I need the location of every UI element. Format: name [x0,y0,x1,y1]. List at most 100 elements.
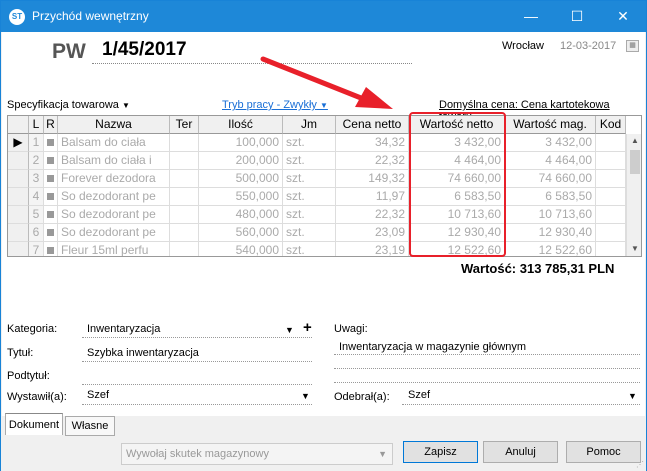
row-type-icon[interactable] [44,188,58,206]
scroll-up-icon[interactable]: ▲ [631,136,639,145]
cell-ilosc[interactable]: 500,000 [199,170,283,188]
chevron-down-icon[interactable]: ▼ [301,391,310,401]
chevron-down-icon[interactable]: ▼ [285,325,294,335]
cell-mag[interactable]: 12 522,60 [505,242,596,256]
cell-ter[interactable] [170,188,199,206]
cell-ter[interactable] [170,242,199,256]
resize-grip-icon[interactable]: ⋰ [636,460,644,469]
cell-ilosc[interactable]: 540,000 [199,242,283,256]
cell-lp[interactable]: 3 [29,170,44,188]
cell-lp[interactable]: 2 [29,152,44,170]
col-cena-header[interactable]: Cena netto [336,116,409,134]
cell-kod[interactable] [596,242,626,256]
minimize-icon[interactable]: — [508,1,554,32]
items-table[interactable]: L R Nazwa Ter Ilość Jm Cena netto Wartoś… [7,115,642,257]
cell-mag[interactable]: 3 432,00 [505,134,596,152]
cell-nazwa[interactable]: So dezodorant pe [58,206,170,224]
col-r-header[interactable]: R [44,116,58,134]
cell-ilosc[interactable]: 560,000 [199,224,283,242]
col-kod-header[interactable]: Kod [596,116,626,134]
cell-jm[interactable]: szt. [283,206,336,224]
cell-ter[interactable] [170,152,199,170]
cell-lp[interactable]: 4 [29,188,44,206]
save-button[interactable]: Zapisz [403,441,478,463]
row-type-icon[interactable] [44,224,58,242]
cell-kod[interactable] [596,170,626,188]
cell-jm[interactable]: szt. [283,170,336,188]
cell-mag[interactable]: 6 583,50 [505,188,596,206]
cell-lp[interactable]: 7 [29,242,44,256]
tab-dokument[interactable]: Dokument [5,413,63,435]
cell-jm[interactable]: szt. [283,152,336,170]
cell-kod[interactable] [596,206,626,224]
cell-kod[interactable] [596,152,626,170]
cell-nazwa[interactable]: So dezodorant pe [58,224,170,242]
cell-nazwa[interactable]: Balsam do ciała i [58,152,170,170]
cell-ilosc[interactable]: 480,000 [199,206,283,224]
cell-ter[interactable] [170,170,199,188]
cell-lp[interactable]: 6 [29,224,44,242]
cell-ilosc[interactable]: 200,000 [199,152,283,170]
tab-wlasne[interactable]: Własne [65,416,115,436]
col-ter-header[interactable]: Ter [170,116,199,134]
col-l-header[interactable]: L [29,116,44,134]
chevron-down-icon[interactable]: ▼ [628,391,637,401]
cell-cena[interactable]: 34,32 [336,134,409,152]
stock-effect-select[interactable]: Wywołaj skutek magazynowy ▼ [121,443,393,465]
city-field[interactable]: Wrocław [502,40,544,52]
date-field[interactable]: 12-03-2017 [560,40,616,52]
cell-cena[interactable]: 22,32 [336,206,409,224]
cell-cena[interactable]: 149,32 [336,170,409,188]
cell-jm[interactable]: szt. [283,242,336,256]
row-type-icon[interactable] [44,170,58,188]
cell-jm[interactable]: szt. [283,134,336,152]
kategoria-select[interactable]: Inwentaryzacja [87,323,160,335]
tryb-link[interactable]: Tryb pracy - Zwykły ▼ [222,99,328,111]
maximize-icon[interactable]: ☐ [554,1,600,32]
row-type-icon[interactable] [44,134,58,152]
wystawil-select[interactable]: Szef [87,389,109,401]
cell-jm[interactable]: szt. [283,188,336,206]
col-jm-header[interactable]: Jm [283,116,336,134]
help-button[interactable]: Pomoc [566,441,641,463]
cell-mag[interactable]: 74 660,00 [505,170,596,188]
row-type-icon[interactable] [44,152,58,170]
cell-lp[interactable]: 1 [29,134,44,152]
cell-mag[interactable]: 12 930,40 [505,224,596,242]
cell-lp[interactable]: 5 [29,206,44,224]
col-mag-header[interactable]: Wartość mag. [505,116,596,134]
col-nazwa-header[interactable]: Nazwa [58,116,170,134]
row-type-icon[interactable] [44,206,58,224]
cell-cena[interactable]: 23,09 [336,224,409,242]
cell-ter[interactable] [170,206,199,224]
cell-cena[interactable]: 22,32 [336,152,409,170]
uwagi-input[interactable]: Inwentaryzacja w magazynie głównym [339,341,526,353]
cell-kod[interactable] [596,224,626,242]
add-category-button[interactable]: + [303,319,312,336]
cell-jm[interactable]: szt. [283,224,336,242]
cell-nazwa[interactable]: Forever dezodora [58,170,170,188]
odebral-select[interactable]: Szef [408,389,430,401]
cell-cena[interactable]: 23,19 [336,242,409,256]
cell-ilosc[interactable]: 100,000 [199,134,283,152]
title-bar[interactable]: ST Przychód wewnętrzny — ☐ ✕ [1,1,646,32]
cell-cena[interactable]: 11,97 [336,188,409,206]
cell-mag[interactable]: 4 464,00 [505,152,596,170]
scroll-down-icon[interactable]: ▼ [631,244,639,253]
calendar-icon[interactable]: ▦ [626,40,639,52]
podtytul-input[interactable] [82,384,312,385]
row-type-icon[interactable] [44,242,58,256]
cell-nazwa[interactable]: Fleur 15ml perfu [58,242,170,256]
col-ilosc-header[interactable]: Ilość [199,116,283,134]
cell-kod[interactable] [596,188,626,206]
cancel-button[interactable]: Anuluj [483,441,558,463]
cell-nazwa[interactable]: Balsam do ciała [58,134,170,152]
cell-nazwa[interactable]: So dezodorant pe [58,188,170,206]
cell-kod[interactable] [596,134,626,152]
cell-ter[interactable] [170,224,199,242]
scroll-thumb[interactable] [630,150,640,174]
cell-mag[interactable]: 10 713,60 [505,206,596,224]
tytul-input[interactable]: Szybka inwentaryzacja [87,347,199,359]
vertical-scrollbar[interactable]: ▲ ▼ [626,134,641,256]
cell-ter[interactable] [170,134,199,152]
